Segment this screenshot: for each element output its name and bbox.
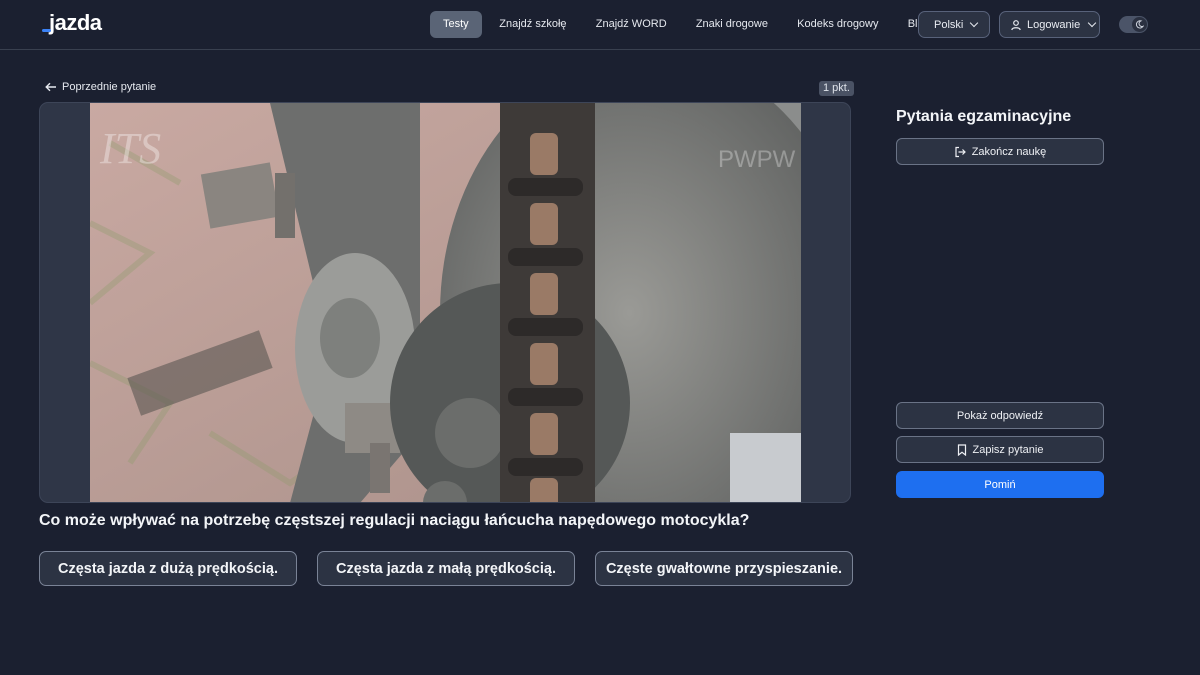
logout-icon [955,146,966,157]
login-button[interactable]: Logowanie [999,11,1100,38]
main-nav: Testy Znajdź szkołę Znajdź WORD Znaki dr… [430,11,944,38]
arrow-left-icon [45,82,56,92]
end-learning-button[interactable]: Zakończ naukę [896,138,1104,165]
answer-options: Częsta jazda z dużą prędkością. Częsta j… [39,551,853,586]
previous-question-link[interactable]: Poprzednie pytanie [45,81,156,93]
moon-icon [1132,17,1147,32]
nav-item-find-school[interactable]: Znajdź szkołę [485,11,581,38]
skip-label: Pomiń [984,478,1016,491]
theme-toggle[interactable] [1119,16,1148,33]
question-photo: ITS PWPW [90,103,801,502]
answer-option-1[interactable]: Częsta jazda z dużą prędkością. [39,551,297,586]
chevron-down-icon [970,18,979,28]
answer-option-2[interactable]: Częsta jazda z małą prędkością. [317,551,575,586]
logo[interactable]: jazda [42,11,102,35]
save-question-label: Zapisz pytanie [972,443,1044,456]
watermark-pwpw: PWPW [718,146,796,173]
show-answer-label: Pokaż odpowiedź [956,409,1044,422]
show-answer-button[interactable]: Pokaż odpowiedź [896,402,1104,429]
save-question-button[interactable]: Zapisz pytanie [896,436,1104,463]
top-navbar: jazda Testy Znajdź szkołę Znajdź WORD Zn… [0,0,1200,50]
login-label: Logowanie [1027,18,1081,31]
language-label: Polski [934,18,964,31]
nav-item-find-word[interactable]: Znajdź WORD [581,11,681,38]
logo-mark [42,11,52,35]
watermark-its: ITS [99,124,161,173]
points-badge: 1 pkt. [819,81,854,96]
chevron-down-icon [1087,18,1097,28]
question-media: ITS PWPW [39,102,851,503]
question-text: Co może wpływać na potrzebę częstszej re… [39,512,750,529]
bookmark-icon [957,443,966,456]
sidebar-title: Pytania egzaminacyjne [896,108,1072,125]
answer-option-3[interactable]: Częste gwałtowne przyspieszanie. [595,551,853,586]
nav-item-traffic-code[interactable]: Kodeks drogowy [783,11,894,38]
motorcycle-chain-image: ITS PWPW [90,103,801,502]
nav-item-testy[interactable]: Testy [430,11,482,38]
logo-text: jazda [49,10,102,35]
skip-button[interactable]: Pomiń [896,471,1104,498]
nav-item-road-signs[interactable]: Znaki drogowe [681,11,782,38]
user-icon [1011,19,1021,30]
previous-question-label: Poprzednie pytanie [62,81,157,93]
language-select[interactable]: Polski [918,11,990,38]
end-learning-label: Zakończ naukę [971,145,1047,158]
